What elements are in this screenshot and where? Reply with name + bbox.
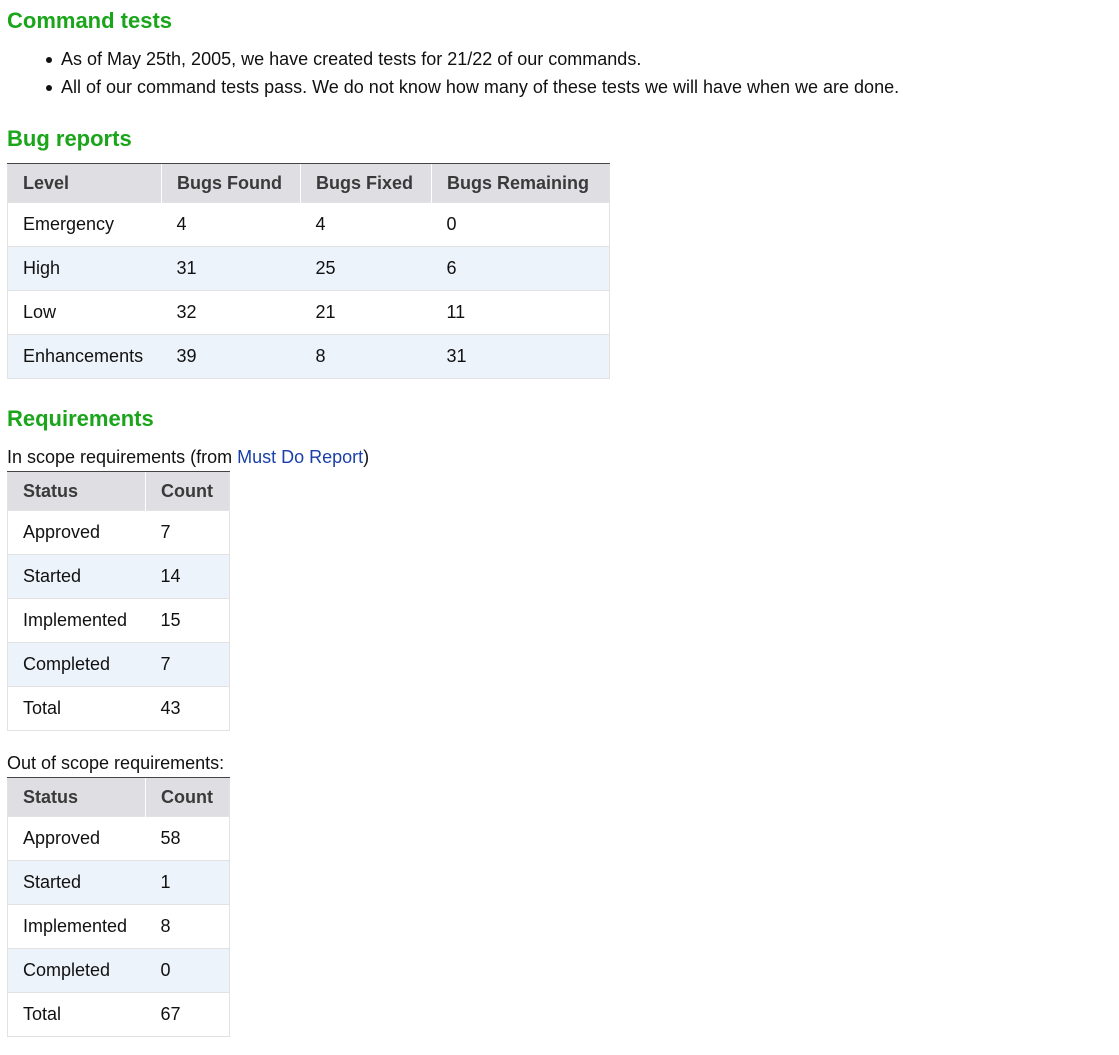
bug-reports-heading: Bug reports [7,126,132,151]
column-header-count: Count [145,777,230,817]
table-cell: 11 [431,290,610,335]
table-row: High 31 25 6 [7,246,610,291]
list-item: All of our command tests pass. We do not… [46,73,1119,101]
out-of-scope-requirements-table: Status Count Approved 58 Started 1 Imple… [7,777,230,1037]
table-cell: 43 [145,686,230,731]
table-cell: Implemented [7,598,146,643]
command-tests-heading: Command tests [7,8,173,33]
table-row: Started 1 [7,860,230,905]
table-cell: Total [7,686,146,731]
table-row: Implemented 8 [7,904,230,949]
table-cell: 32 [161,290,301,335]
table-cell: 31 [431,334,610,379]
table-row: Started 14 [7,554,230,599]
table-cell: Approved [7,510,146,555]
table-cell: 14 [145,554,230,599]
table-header-row: Status Count [7,777,230,817]
table-cell: 58 [145,816,230,861]
column-header-bugs-remaining: Bugs Remaining [431,163,610,203]
bug-reports-section: Bug reports Level Bugs Found Bugs Fixed … [7,125,1119,379]
table-cell: 21 [300,290,432,335]
table-cell: 4 [161,202,301,247]
table-cell: 67 [145,992,230,1037]
table-row: Implemented 15 [7,598,230,643]
bug-reports-table: Level Bugs Found Bugs Fixed Bugs Remaini… [7,163,610,379]
column-header-bugs-fixed: Bugs Fixed [300,163,432,203]
table-cell: Emergency [7,202,162,247]
table-cell: 0 [431,202,610,247]
table-cell: Completed [7,642,146,687]
table-cell: 6 [431,246,610,291]
table-cell: Approved [7,816,146,861]
table-cell: Total [7,992,146,1037]
command-tests-list: As of May 25th, 2005, we have created te… [7,45,1119,101]
table-header-row: Level Bugs Found Bugs Fixed Bugs Remaini… [7,163,610,203]
table-cell: High [7,246,162,291]
table-cell: Low [7,290,162,335]
out-of-scope-caption: Out of scope requirements: [7,753,225,773]
table-cell: 25 [300,246,432,291]
requirements-heading: Requirements [7,406,154,431]
table-cell: 4 [300,202,432,247]
table-cell: 7 [145,642,230,687]
table-cell: 15 [145,598,230,643]
table-cell: Completed [7,948,146,993]
table-cell: Started [7,554,146,599]
table-row: Emergency 4 4 0 [7,202,610,247]
column-header-level: Level [7,163,162,203]
in-scope-caption: In scope requirements (from Must Do Repo… [7,443,1119,471]
column-header-status: Status [7,471,146,511]
page: Command tests As of May 25th, 2005, we h… [0,0,1119,1037]
must-do-report-link[interactable]: Must Do Report [237,447,363,467]
table-cell: 39 [161,334,301,379]
table-cell: Enhancements [7,334,162,379]
in-scope-caption-prefix: In scope requirements (from [7,447,238,467]
table-row: Total 43 [7,686,230,731]
table-row: Approved 58 [7,816,230,861]
column-header-status: Status [7,777,146,817]
table-cell: 31 [161,246,301,291]
table-cell: Started [7,860,146,905]
command-tests-section: Command tests As of May 25th, 2005, we h… [7,7,1119,101]
column-header-count: Count [145,471,230,511]
requirements-section: Requirements In scope requirements (from… [7,405,1119,1037]
in-scope-caption-suffix: ) [363,447,370,467]
table-cell: 7 [145,510,230,555]
table-cell: 8 [300,334,432,379]
table-cell: 0 [145,948,230,993]
table-row: Approved 7 [7,510,230,555]
table-row: Total 67 [7,992,230,1037]
table-row: Completed 7 [7,642,230,687]
list-item: As of May 25th, 2005, we have created te… [46,45,1119,73]
table-cell: Implemented [7,904,146,949]
column-header-bugs-found: Bugs Found [161,163,301,203]
in-scope-requirements-table: Status Count Approved 7 Started 14 Imple… [7,471,230,731]
table-cell: 8 [145,904,230,949]
table-header-row: Status Count [7,471,230,511]
table-row: Low 32 21 11 [7,290,610,335]
table-row: Enhancements 39 8 31 [7,334,610,379]
table-cell: 1 [145,860,230,905]
table-row: Completed 0 [7,948,230,993]
